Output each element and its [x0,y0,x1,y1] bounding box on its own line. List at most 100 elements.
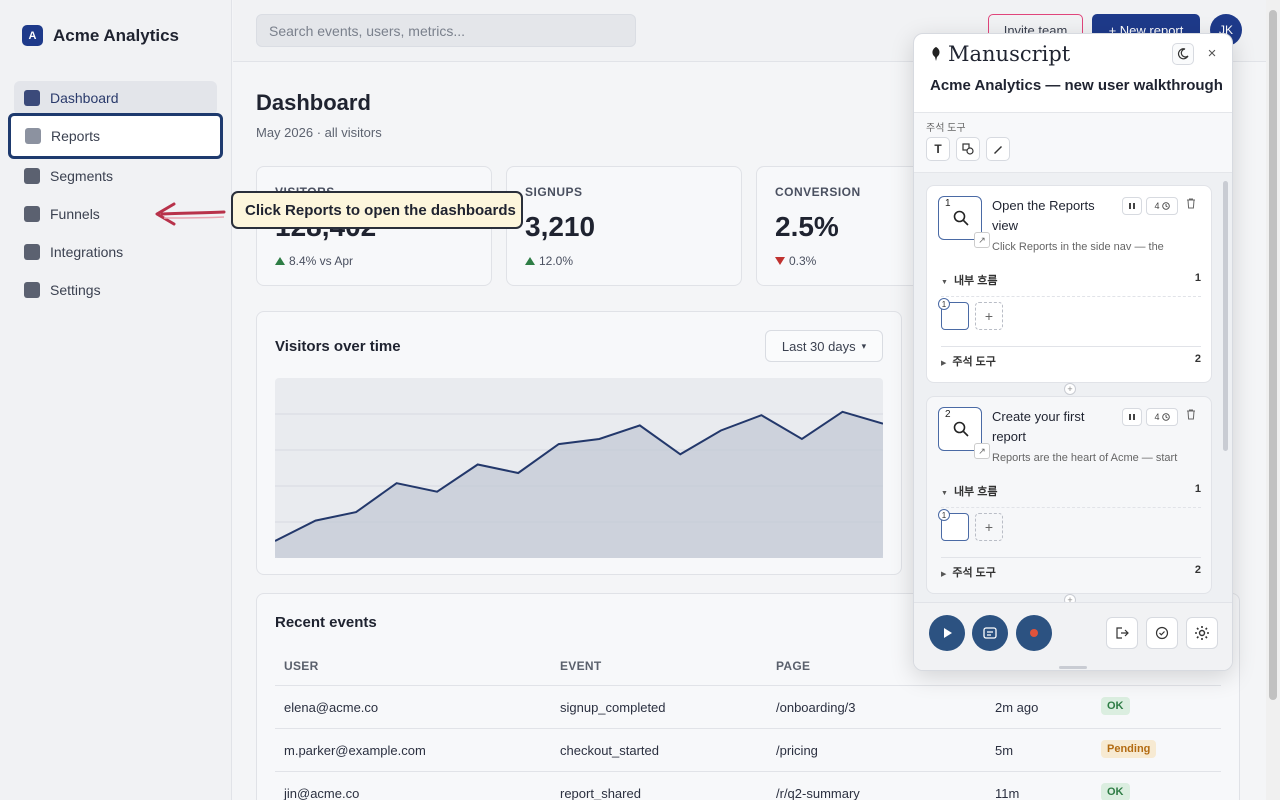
panel-scrollbar[interactable] [1223,181,1228,451]
kpi-label: SIGNUPS [525,185,583,199]
external-link-icon[interactable]: ↗ [974,443,990,459]
sidebar-item-reports[interactable]: Reports [8,113,223,159]
step-duration[interactable]: 4 [1146,197,1178,215]
column-header-user: USER [284,659,319,673]
insert-step-button[interactable]: + [1064,383,1076,395]
cell-event: signup_completed [560,700,666,715]
search-input[interactable]: Search events, users, metrics... [256,14,636,47]
events-title: Recent events [275,614,377,631]
trash-icon[interactable] [1186,409,1196,423]
step-description: Reports are the heart of Acme — start [992,452,1178,464]
pen-icon [994,146,1002,154]
step-thumbnail[interactable]: 1 ↗ [938,196,990,248]
dashboard-icon [24,90,40,106]
page-scrollbar-thumb[interactable] [1269,10,1277,700]
cell-page: /r/q2-summary [776,786,860,800]
walkthrough-title: Acme Analytics — new user walkthrough [930,77,1223,94]
divider [941,346,1201,347]
step-duration[interactable]: 4 [1146,408,1178,426]
add-inner-step-button[interactable]: + [975,302,1003,330]
record-button[interactable] [1016,615,1052,651]
step-thumbnail[interactable]: 2 ↗ [938,407,990,459]
kpi-delta-text: 0.3% [789,254,817,268]
record-icon [1030,629,1038,637]
table-row[interactable]: elena@acme.co signup_completed /onboardi… [275,685,1221,727]
trash-icon-glyph [1187,198,1195,209]
manuscript-logo: Manuscript [930,42,1070,66]
page-subtitle: May 2026 · all visitors [256,125,382,140]
brand[interactable]: A Acme Analytics [22,25,179,46]
divider [941,557,1201,558]
inner-flow-count: 1 [1194,483,1201,495]
mini-step-number: 1 [938,509,950,521]
external-link-icon[interactable]: ↗ [974,232,990,248]
step-card-2[interactable]: 2 ↗ Create your first report Reports are… [926,396,1212,594]
cell-page: /pricing [776,743,818,758]
trend-up-icon [525,257,535,265]
kpi-value: 3,210 [525,211,596,242]
caret-down-icon: ▼ [941,490,948,497]
annotation-callout: Click Reports to open the dashboards [231,191,523,229]
page-title: Dashboard [256,90,371,115]
brand-logo: A [22,25,43,46]
step-title[interactable]: Create your first report [992,407,1112,447]
inner-flow-label: 내부 흐름 [953,275,998,287]
pause-button[interactable] [1122,408,1142,426]
trend-up-icon [275,257,285,265]
inner-flow-toggle[interactable]: ▼ 내부 흐름 1 [941,483,1201,503]
shapes-tool-button[interactable] [956,137,980,161]
close-icon[interactable]: × [1202,43,1222,63]
add-inner-step-button[interactable]: + [975,513,1003,541]
panel-header: Manuscript × Acme Analytics — new user w… [914,34,1232,112]
chart-plot-area [274,378,884,558]
annotation-tools: 주석 도구 T [914,112,1232,172]
complete-button[interactable] [1146,617,1178,649]
mini-step-number: 1 [938,298,950,310]
cell-time: 11m [995,786,1020,800]
pause-button[interactable] [1122,197,1142,215]
page-scrollbar[interactable] [1266,0,1280,800]
text-tool-button[interactable]: T [926,137,950,161]
visitors-line-chart [274,410,884,558]
sidebar-item-integrations[interactable]: Integrations [14,235,217,269]
step-card-1[interactable]: 1 ↗ Open the Reports view Click Reports … [926,185,1212,383]
chart-title: Visitors over time [275,338,401,355]
sidebar-item-settings[interactable]: Settings [14,273,217,307]
play-button[interactable] [929,615,965,651]
duration-value: 4 [1154,201,1160,211]
sidebar-item-dashboard[interactable]: Dashboard [14,81,217,115]
annotations-toggle[interactable]: ▶ 주석 도구 2 [941,353,1201,373]
trash-icon[interactable] [1186,198,1196,212]
clock-icon [1161,413,1170,421]
table-row[interactable]: m.parker@example.com checkout_started /p… [275,728,1221,770]
inner-flow-toggle[interactable]: ▼ 내부 흐름 1 [941,272,1201,292]
captions-button[interactable] [972,615,1008,651]
panel-footer [914,602,1232,670]
export-button[interactable] [1106,617,1138,649]
dark-mode-toggle[interactable] [1172,43,1194,65]
date-range-dropdown[interactable]: Last 30 days ▾ [765,330,883,362]
status-badge: OK [1101,783,1130,800]
step-number: 1 [945,198,951,209]
kpi-delta: 12.0% [525,254,573,268]
cell-time: 5m [995,743,1014,758]
sidebar-item-label: Funnels [50,206,100,222]
resize-grip[interactable] [1059,666,1087,669]
brand-name: Acme Analytics [53,25,179,45]
status-badge: OK [1101,697,1130,715]
sidebar-item-segments[interactable]: Segments [14,159,217,193]
settings-button[interactable] [1186,617,1218,649]
inner-flow-thumbnail[interactable]: 1 [938,298,969,330]
check-circle-icon [1155,626,1169,640]
annotations-toggle[interactable]: ▶ 주석 도구 2 [941,564,1201,584]
funnels-icon [24,206,40,222]
table-row[interactable]: jin@acme.co report_shared /r/q2-summary … [275,771,1221,800]
reports-icon [25,128,41,144]
chevron-down-icon: ▾ [861,340,867,351]
pen-tool-button[interactable] [986,137,1010,161]
search-icon [953,421,969,437]
inner-flow-thumbnail[interactable]: 1 [938,509,969,541]
sidebar-item-label: Integrations [50,244,124,260]
step-title[interactable]: Open the Reports view [992,196,1112,236]
trash-icon-glyph [1187,409,1195,420]
